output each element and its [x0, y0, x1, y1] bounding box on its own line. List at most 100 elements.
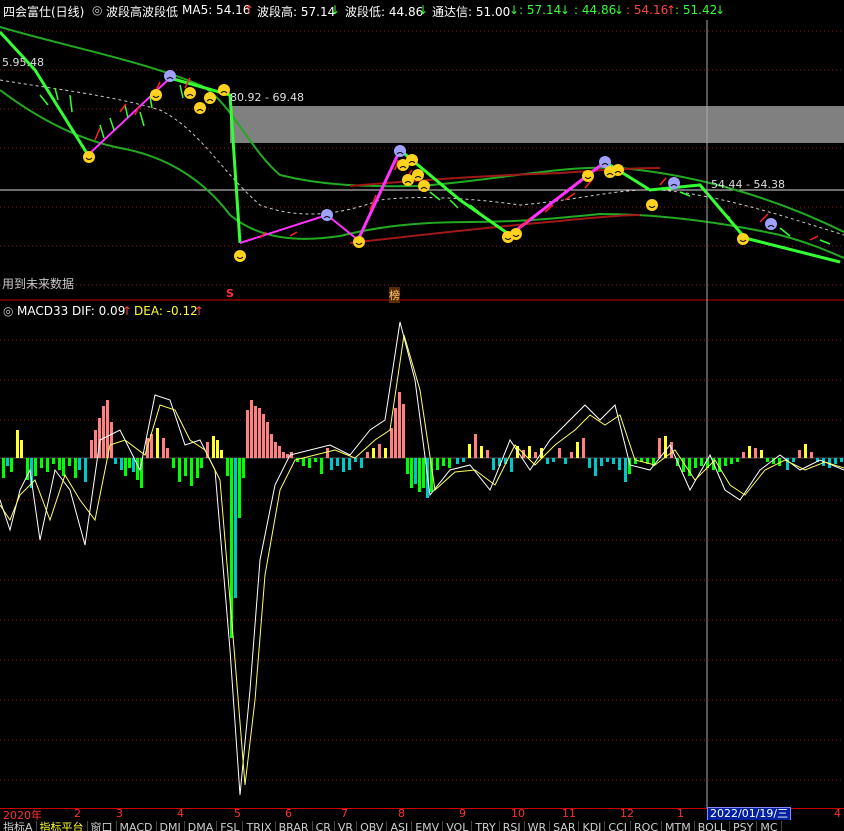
- tab-6[interactable]: FSL: [217, 821, 244, 831]
- frown-icon: [765, 218, 777, 230]
- smiley-icon: [510, 228, 522, 240]
- tab-2[interactable]: 窗口: [88, 821, 117, 831]
- macd-bar: [114, 458, 117, 464]
- macd-bar: [128, 458, 131, 468]
- tab-11[interactable]: OBV: [357, 821, 388, 831]
- dif-line: [0, 321, 844, 796]
- macd-bar: [6, 458, 9, 466]
- tab-15[interactable]: TRY: [472, 821, 500, 831]
- macd-bar: [246, 410, 249, 458]
- macd-header: ◎ MACD33 DIF: 0.09 ↑ DEA: -0.12 ↑: [0, 302, 844, 320]
- macd-bar: [448, 458, 451, 468]
- smiley-icon: [418, 180, 430, 192]
- tab-1[interactable]: 指标平台: [37, 821, 88, 831]
- macd-bar: [486, 450, 489, 458]
- macd-bar: [124, 458, 127, 476]
- tab-12[interactable]: ASI: [387, 821, 413, 831]
- axis-label: 12: [620, 807, 634, 820]
- tab-3[interactable]: MACD: [117, 821, 157, 831]
- macd-bar: [588, 458, 591, 468]
- macd-bar: [10, 458, 13, 472]
- macd-bar: [534, 452, 537, 458]
- macd-bar: [570, 452, 573, 458]
- tab-20[interactable]: CCI: [605, 821, 632, 831]
- macd-bar: [402, 404, 405, 458]
- axis-label: 9: [459, 807, 466, 820]
- macd-bar: [2, 458, 5, 478]
- macd-bar: [156, 428, 159, 458]
- macd-bar: [190, 458, 193, 486]
- macd-bar: [270, 434, 273, 458]
- macd-bar: [600, 458, 603, 466]
- macd-bar: [52, 458, 55, 464]
- tab-21[interactable]: ROC: [631, 821, 663, 831]
- macd-bar: [266, 422, 269, 458]
- smiley-icon: [184, 87, 196, 99]
- macd-bar: [390, 428, 393, 458]
- macd-bar: [220, 450, 223, 458]
- macd-bar: [468, 444, 471, 458]
- macd-bar: [410, 458, 413, 488]
- macd-bar: [748, 446, 751, 458]
- tab-0[interactable]: 指标A: [0, 821, 37, 831]
- macd-bar: [178, 458, 181, 482]
- right-price-label: 54.44 - 54.38: [711, 178, 785, 191]
- frown-icon: [668, 177, 680, 189]
- gear-icon[interactable]: ◎: [3, 304, 13, 318]
- tab-18[interactable]: SAR: [550, 821, 580, 831]
- frown-icon: [164, 70, 176, 82]
- smiley-icon: [612, 164, 624, 176]
- tab-17[interactable]: WR: [525, 821, 551, 831]
- macd-bar: [320, 458, 323, 474]
- macd-bar: [754, 448, 757, 458]
- macd-bar: [700, 458, 703, 466]
- smiley-icon: [646, 199, 658, 211]
- tab-10[interactable]: VR: [335, 821, 358, 831]
- macd-bar: [606, 458, 609, 462]
- macd-bar: [196, 458, 199, 478]
- tab-19[interactable]: KDJ: [579, 821, 606, 831]
- tab-7[interactable]: TRIX: [243, 821, 276, 831]
- smiley-icon: [204, 92, 216, 104]
- macd-bar: [834, 458, 837, 464]
- future-data-note: 用到未来数据: [2, 277, 75, 291]
- tab-9[interactable]: CR: [313, 821, 335, 831]
- macd-bar: [694, 458, 697, 468]
- macd-bar: [510, 458, 513, 472]
- smiley-icon: [150, 89, 162, 101]
- macd-bar: [90, 440, 93, 458]
- smiley-icon: [218, 84, 230, 96]
- dea-line: [0, 334, 844, 786]
- tab-4[interactable]: DMI: [157, 821, 185, 831]
- macd-bar: [314, 458, 317, 462]
- macd-bar: [360, 458, 363, 468]
- axis-label: 3: [116, 807, 123, 820]
- rank-marker: 榜: [389, 287, 400, 303]
- tab-8[interactable]: BRAR: [276, 821, 313, 831]
- tab-13[interactable]: EMV: [412, 821, 444, 831]
- macd-bar: [184, 458, 187, 476]
- tab-22[interactable]: MTM: [662, 821, 695, 831]
- kline-chart[interactable]: [0, 0, 844, 831]
- axis-label: 5: [234, 807, 241, 820]
- tab-5[interactable]: DMA: [185, 821, 218, 831]
- macd-bar: [378, 444, 381, 458]
- macd-bar: [730, 458, 733, 464]
- macd-bar: [372, 448, 375, 458]
- macd-bar: [172, 458, 175, 468]
- macd-name[interactable]: MACD33: [17, 304, 68, 318]
- tab-23[interactable]: BOLL: [695, 821, 730, 831]
- macd-bar: [406, 458, 409, 474]
- tab-24[interactable]: PSY: [730, 821, 758, 831]
- macd-bar: [394, 408, 397, 458]
- tab-14[interactable]: VOL: [443, 821, 473, 831]
- tab-25[interactable]: MC: [757, 821, 782, 831]
- macd-bar: [342, 458, 345, 472]
- smiley-icon: [582, 170, 594, 182]
- macd-bar: [274, 442, 277, 458]
- macd-bar: [354, 458, 357, 462]
- macd-bar: [792, 458, 795, 462]
- tab-16[interactable]: RSI: [500, 821, 525, 831]
- macd-bar: [414, 458, 417, 484]
- macd-bar: [840, 458, 843, 462]
